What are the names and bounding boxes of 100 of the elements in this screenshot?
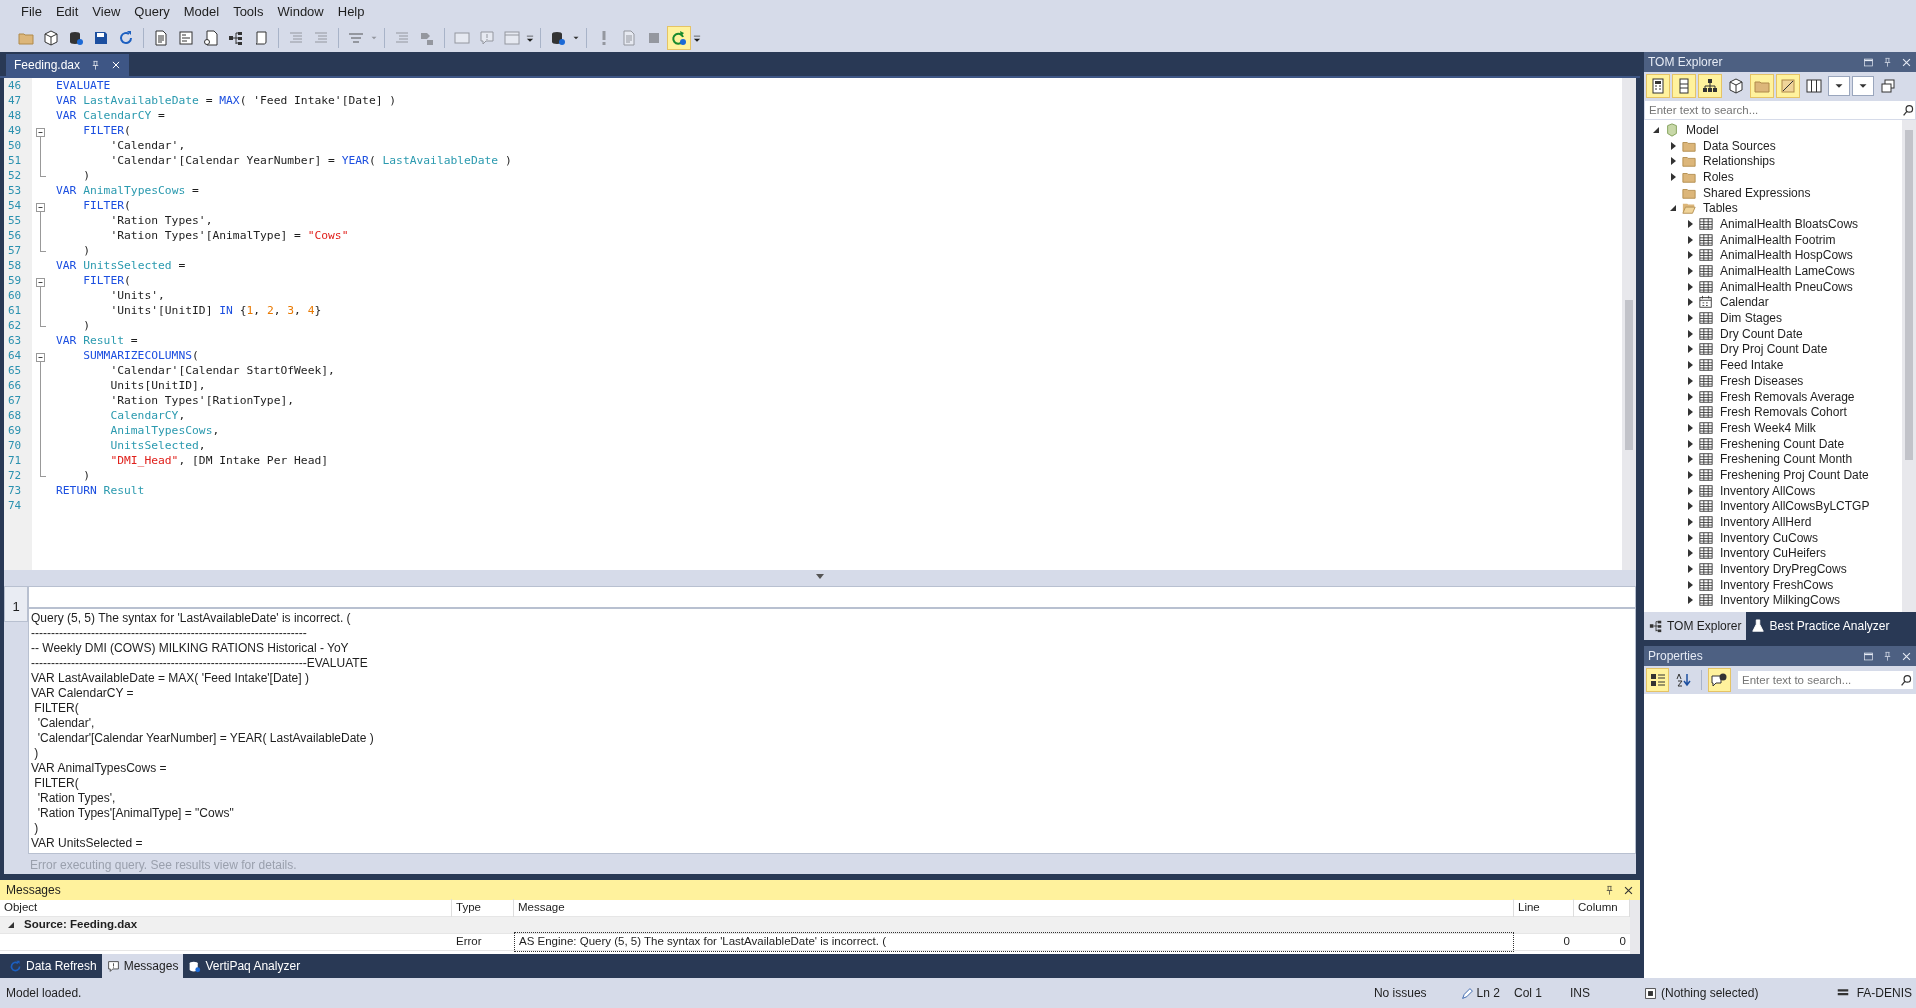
splitter-caret-icon[interactable]	[816, 573, 824, 579]
panel-tab[interactable]: VertiPaq Analyzer	[183, 954, 306, 978]
tree-item[interactable]: Dry Proj Count Date	[1644, 341, 1902, 358]
tree-item[interactable]: Roles	[1644, 169, 1902, 185]
tree-item[interactable]: Fresh Removals Average	[1644, 388, 1902, 405]
tree-item[interactable]: Inventory AllCowsByLCTGP	[1644, 498, 1902, 515]
expander-icon[interactable]	[1686, 219, 1694, 228]
scrollbar[interactable]	[1630, 900, 1640, 954]
document-tab[interactable]: Feeding.dax	[6, 54, 130, 76]
toolbar-button[interactable]	[1698, 74, 1722, 98]
dropdown-button[interactable]	[1852, 76, 1874, 96]
tab-title[interactable]: Feeding.dax	[14, 56, 81, 74]
expander-icon[interactable]	[1686, 565, 1694, 574]
column-icon	[1676, 78, 1692, 94]
expander-icon[interactable]	[1652, 125, 1660, 134]
menu-item[interactable]: Query	[127, 0, 177, 24]
tree-item[interactable]: Feed Intake	[1644, 357, 1902, 373]
tree-item[interactable]: Model	[1644, 122, 1902, 138]
expander-icon[interactable]	[1686, 392, 1694, 401]
panel-tab[interactable]: TOM Explorer	[1644, 612, 1747, 640]
tree-item[interactable]: Freshening Count Month	[1644, 451, 1902, 468]
expander-icon[interactable]	[1686, 486, 1694, 495]
expander-icon[interactable]	[1686, 408, 1694, 417]
column-header[interactable]: Line	[1514, 899, 1574, 917]
tree-item[interactable]: AnimalHealth Footrim	[1644, 231, 1902, 248]
expander-icon[interactable]	[1686, 361, 1694, 370]
table-icon	[1699, 311, 1713, 326]
expander-icon[interactable]	[1686, 282, 1694, 291]
tree-item[interactable]: Tables	[1644, 200, 1902, 217]
menu-item[interactable]: View	[85, 0, 128, 24]
expander-icon[interactable]	[1686, 518, 1694, 527]
toolbar-overflow-button[interactable]	[525, 33, 535, 43]
tree-item[interactable]: Freshening Count Date	[1644, 435, 1902, 452]
scrollbar[interactable]	[1902, 120, 1916, 612]
tree-item[interactable]: Dim Stages	[1644, 310, 1902, 326]
expander-icon[interactable]	[1686, 549, 1694, 558]
tree-item[interactable]: Data Sources	[1644, 137, 1902, 154]
expander-icon[interactable]	[6, 920, 16, 930]
tree-item[interactable]: Inventory FreshCows	[1644, 576, 1902, 593]
scrollbar[interactable]	[1622, 78, 1636, 570]
column-header[interactable]: Object	[0, 899, 452, 917]
expander-icon[interactable]	[1686, 267, 1694, 276]
tree-item[interactable]: Relationships	[1644, 153, 1902, 170]
line-number: 68	[7, 408, 23, 423]
tree-item[interactable]: Fresh Diseases	[1644, 373, 1902, 389]
menu-item[interactable]: File	[14, 0, 49, 24]
tree-item[interactable]: Inventory MilkingCows	[1644, 592, 1902, 609]
line-number: 49	[7, 123, 23, 138]
tree-item[interactable]: Inventory CuCows	[1644, 529, 1902, 546]
toolbar-button[interactable]	[1646, 668, 1670, 692]
dropdown-button[interactable]	[1828, 76, 1850, 96]
tree-item[interactable]: Inventory AllHerd	[1644, 514, 1902, 530]
expander-icon[interactable]	[1686, 580, 1694, 589]
menu-item[interactable]: Tools	[226, 0, 271, 24]
expander-icon[interactable]	[1686, 235, 1694, 244]
toolbar-button[interactable]	[1707, 668, 1731, 692]
menu-item[interactable]: Edit	[48, 0, 86, 24]
tree-item[interactable]: Inventory CuHeifers	[1644, 545, 1902, 562]
menu-item[interactable]: Help	[330, 0, 372, 24]
column-header[interactable]: Message	[514, 899, 1514, 917]
tree-item[interactable]: Dry Count Date	[1644, 325, 1902, 342]
expander-icon[interactable]	[1669, 204, 1677, 213]
panel-tab[interactable]: Messages	[101, 954, 184, 978]
expander-icon[interactable]	[1686, 298, 1694, 307]
expander-icon[interactable]	[1686, 596, 1694, 605]
menu-item[interactable]: Model	[176, 0, 227, 24]
expander-icon[interactable]	[1686, 533, 1694, 542]
tree-item[interactable]: Calendar	[1644, 294, 1902, 311]
toolbar-button[interactable]	[1646, 74, 1670, 98]
tree-item[interactable]: Shared Expressions	[1644, 184, 1902, 201]
expander-icon[interactable]	[1686, 345, 1694, 354]
menu-item[interactable]: Window	[270, 0, 331, 24]
tree-item[interactable]: Inventory DryPregCows	[1644, 561, 1902, 577]
expander-icon[interactable]	[1686, 439, 1694, 448]
panel-tab[interactable]: Best Practice Analyzer	[1746, 612, 1895, 640]
tree-item[interactable]: AnimalHealth PneuCows	[1644, 278, 1902, 295]
expander-icon[interactable]	[1686, 251, 1694, 260]
tree-item[interactable]: Freshening Proj Count Date	[1644, 467, 1902, 483]
expander-icon[interactable]	[1686, 329, 1694, 338]
panel-tab[interactable]: Data Refresh	[4, 954, 102, 978]
line-number: 74	[7, 498, 23, 513]
expander-icon[interactable]	[1686, 376, 1694, 385]
tree-item[interactable]: Fresh Removals Cohort	[1644, 404, 1902, 421]
expander-icon[interactable]	[1669, 157, 1677, 166]
tree-item[interactable]: AnimalHealth LameCows	[1644, 263, 1902, 279]
expander-icon[interactable]	[1669, 141, 1677, 150]
expander-icon[interactable]	[1686, 470, 1694, 479]
toolbar-overflow-button[interactable]	[692, 33, 702, 43]
expander-icon[interactable]	[1686, 455, 1694, 464]
expander-icon[interactable]	[1669, 172, 1677, 181]
expander-icon[interactable]	[1686, 502, 1694, 511]
search-field[interactable]: Enter text to search...	[1737, 670, 1914, 690]
tree-item[interactable]: AnimalHealth HospCows	[1644, 247, 1902, 264]
folder-icon	[1682, 201, 1696, 216]
tree-item[interactable]: AnimalHealth BloatsCows	[1644, 216, 1902, 232]
tree-item[interactable]: Fresh Week4 Milk	[1644, 420, 1902, 436]
column-header[interactable]: Type	[452, 899, 514, 917]
expander-icon[interactable]	[1686, 314, 1694, 323]
tree-item[interactable]: Inventory AllCows	[1644, 482, 1902, 499]
expander-icon[interactable]	[1686, 423, 1694, 432]
